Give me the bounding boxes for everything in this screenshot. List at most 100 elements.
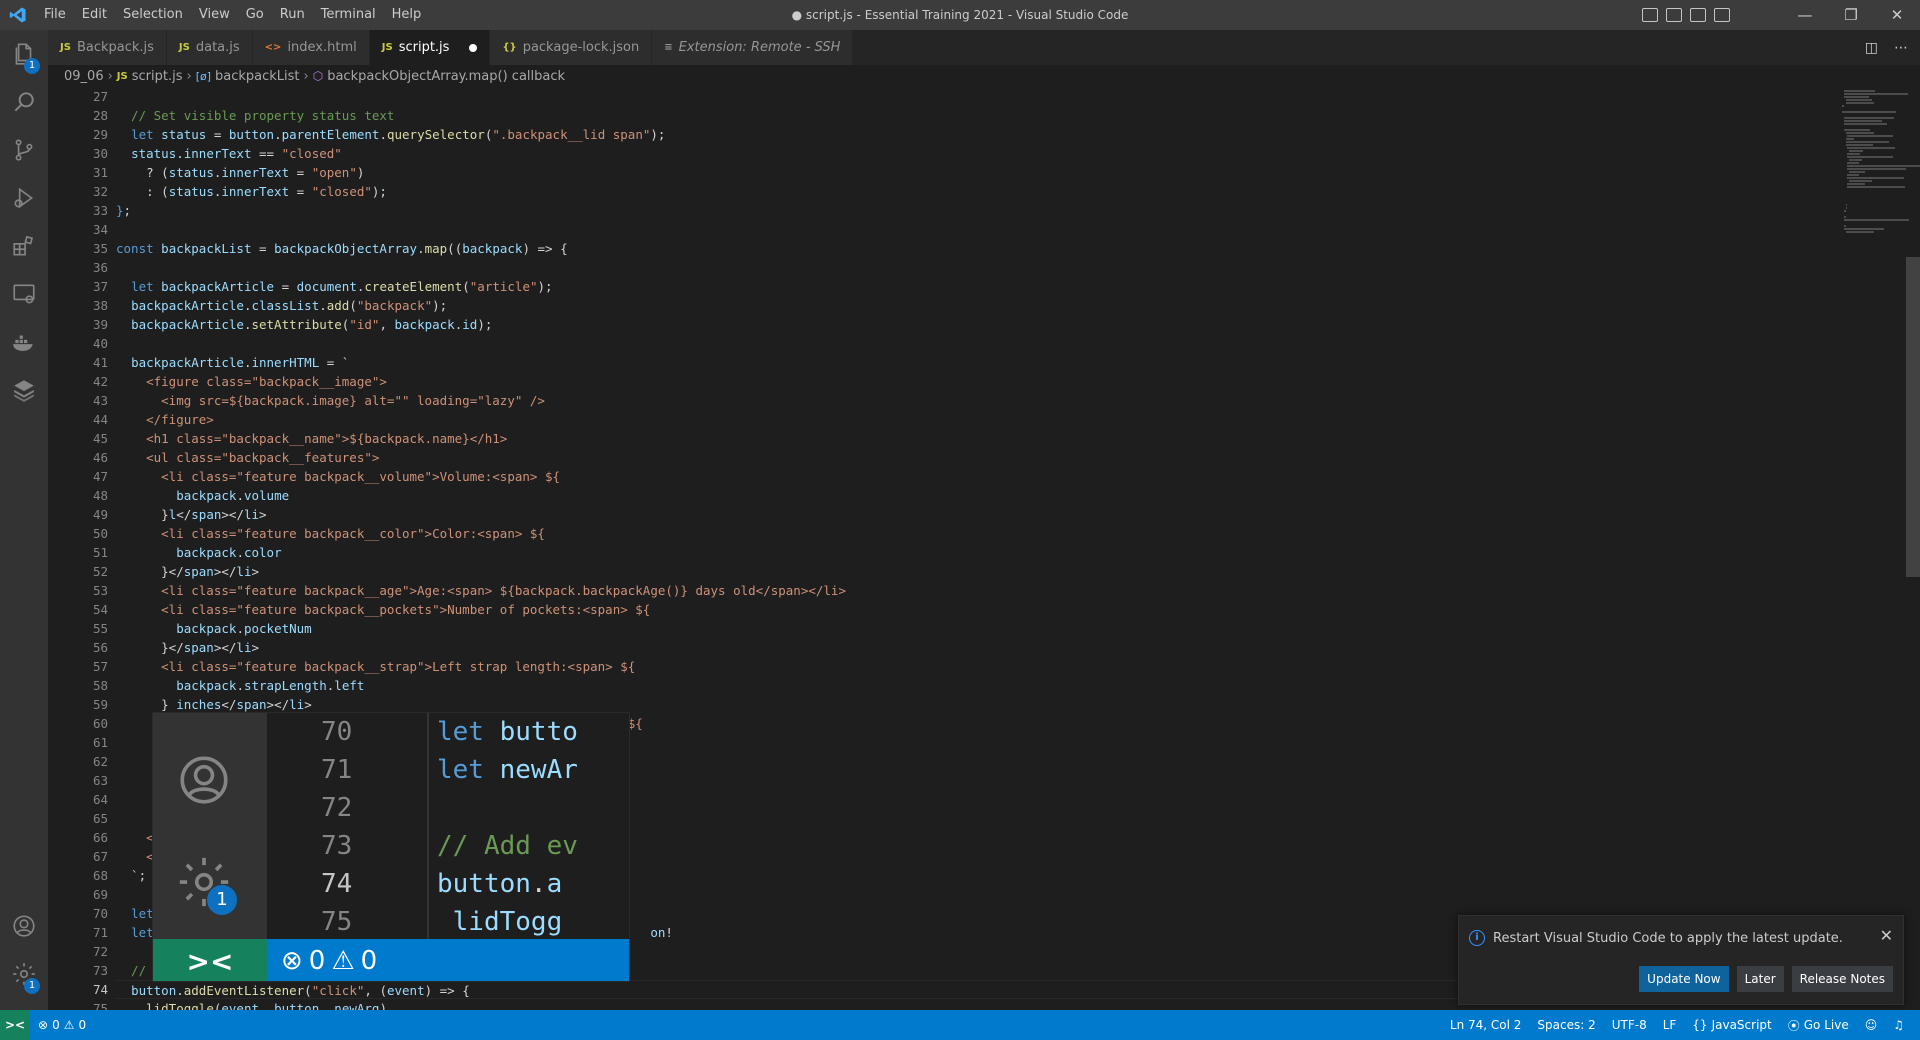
chevron-right-icon: ›	[303, 68, 309, 84]
zoom-code-line: // Add ev	[437, 831, 578, 861]
cursor-position[interactable]: Ln 74, Col 2	[1442, 1010, 1530, 1040]
code-line[interactable]: let backpackArticle = document.createEle…	[116, 277, 1816, 296]
notifications-bell-icon[interactable]: ♫	[1885, 1010, 1912, 1040]
code-line[interactable]: };	[116, 201, 1816, 220]
code-line[interactable]: backpackArticle.innerHTML = `	[116, 353, 1816, 372]
code-line[interactable]: backpack.strapLength.left	[116, 676, 1816, 695]
minimize-button[interactable]: —	[1782, 0, 1828, 30]
minimap-line	[1843, 225, 1846, 227]
line-number: 47	[92, 469, 108, 484]
code-line[interactable]: backpackArticle.setAttribute("id", backp…	[116, 315, 1816, 334]
release-notes-button[interactable]: Release Notes	[1791, 966, 1893, 992]
code-line[interactable]: // Set visible property status text	[116, 106, 1816, 125]
toggle-panel-icon[interactable]	[1666, 8, 1682, 22]
menu-selection[interactable]: Selection	[115, 0, 191, 30]
docker-icon[interactable]	[0, 318, 48, 366]
more-actions-icon[interactable]: ⋯	[1894, 40, 1908, 56]
tab-index-html[interactable]: <> index.html	[252, 30, 370, 65]
code-line[interactable]	[116, 334, 1816, 353]
code-line[interactable]: }</span></li>	[116, 562, 1816, 581]
breadcrumb-symbol-callback[interactable]: backpackObjectArray.map() callback	[327, 69, 565, 84]
language-label: JavaScript	[1711, 1018, 1772, 1032]
vertical-scrollbar[interactable]	[1906, 257, 1920, 577]
restore-button[interactable]: ❐	[1828, 0, 1874, 30]
minimap-line	[1847, 135, 1894, 137]
stack-icon[interactable]	[0, 366, 48, 414]
zoom-code-line: let newAr	[437, 755, 578, 785]
tab-script-js[interactable]: JS script.js	[369, 30, 491, 65]
unsaved-dot-icon[interactable]	[469, 43, 478, 52]
code-line[interactable]: backpackArticle.classList.add("backpack"…	[116, 296, 1816, 315]
tab-backpack-js[interactable]: JS Backpack.js	[48, 30, 167, 65]
code-line[interactable]: backpack.volume	[116, 486, 1816, 505]
breadcrumb-folder[interactable]: 09_06	[64, 69, 104, 84]
menu-view[interactable]: View	[191, 0, 238, 30]
end-of-line[interactable]: LF	[1655, 1010, 1685, 1040]
source-control-icon[interactable]	[0, 126, 48, 174]
code-line[interactable]: : (status.innerText = "closed");	[116, 182, 1816, 201]
menu-file[interactable]: File	[36, 0, 74, 30]
code-line[interactable]: <h1 class="backpack__name">${backpack.na…	[116, 429, 1816, 448]
code-line[interactable]: <li class="feature backpack__age">Age:<s…	[116, 581, 1816, 600]
menu-run[interactable]: Run	[272, 0, 313, 30]
code-line[interactable]: <li class="feature backpack__color">Colo…	[116, 524, 1816, 543]
encoding[interactable]: UTF-8	[1604, 1010, 1655, 1040]
split-editor-icon[interactable]: ◫	[1865, 40, 1878, 56]
code-line[interactable]	[116, 258, 1816, 277]
code-line[interactable]: </figure>	[116, 410, 1816, 429]
explorer-icon[interactable]: 1	[0, 30, 48, 78]
breadcrumb-symbol[interactable]: backpackList	[215, 69, 300, 84]
code-line[interactable]: <img src=${backpack.image} alt="" loadin…	[116, 391, 1816, 410]
code-line[interactable]: let status = button.parentElement.queryS…	[116, 125, 1816, 144]
accounts-icon[interactable]	[0, 902, 48, 950]
code-line[interactable]	[116, 87, 1816, 106]
update-now-button[interactable]: Update Now	[1639, 966, 1729, 992]
code-line[interactable]: backpack.pocketNum	[116, 619, 1816, 638]
code-line[interactable]: <figure class="backpack__image">	[116, 372, 1816, 391]
customize-layout-icon[interactable]	[1714, 8, 1730, 22]
close-window-button[interactable]: ✕	[1874, 0, 1920, 30]
js-file-icon: JS	[381, 42, 393, 53]
run-debug-icon[interactable]	[0, 174, 48, 222]
menu-help[interactable]: Help	[384, 0, 430, 30]
line-number: 49	[92, 507, 108, 522]
code-line[interactable]: }</span></li>	[116, 638, 1816, 657]
remote-indicator[interactable]: ><	[0, 1010, 30, 1040]
toggle-sidebar-icon[interactable]	[1642, 8, 1658, 22]
code-line[interactable]: ? (status.innerText = "open")	[116, 163, 1816, 182]
feedback-icon[interactable]: ☺	[1857, 1010, 1886, 1040]
menu-edit[interactable]: Edit	[74, 0, 115, 30]
toggle-secondary-sidebar-icon[interactable]	[1690, 8, 1706, 22]
later-button[interactable]: Later	[1736, 966, 1784, 992]
line-number: 31	[92, 165, 108, 180]
code-line[interactable]: status.innerText == "closed"	[116, 144, 1816, 163]
tab-package-lock-json[interactable]: {} package-lock.json	[490, 30, 653, 65]
code-line[interactable]: const backpackList = backpackObjectArray…	[116, 239, 1816, 258]
menu-terminal[interactable]: Terminal	[313, 0, 384, 30]
extensions-icon[interactable]	[0, 222, 48, 270]
code-line[interactable]	[116, 220, 1816, 239]
search-icon[interactable]	[0, 78, 48, 126]
line-number: 42	[92, 374, 108, 389]
zoom-error-count: 0	[308, 946, 326, 976]
indentation[interactable]: Spaces: 2	[1529, 1010, 1603, 1040]
code-line[interactable]: }l</span></li>	[116, 505, 1816, 524]
line-number: 38	[92, 298, 108, 313]
remote-explorer-icon[interactable]	[0, 270, 48, 318]
breadcrumb-file[interactable]: script.js	[132, 69, 183, 84]
language-mode[interactable]: {} JavaScript	[1684, 1010, 1779, 1040]
code-line[interactable]: backpack.color	[116, 543, 1816, 562]
problems-indicator[interactable]: ⊗ 0 ⚠ 0	[30, 1010, 94, 1040]
tab-extension-remote-ssh[interactable]: ≡ Extension: Remote - SSH	[652, 30, 854, 65]
code-line[interactable]: <li class="feature backpack__volume">Vol…	[116, 467, 1816, 486]
line-number: 27	[92, 89, 108, 104]
code-line[interactable]: <li class="feature backpack__strap">Left…	[116, 657, 1816, 676]
close-notification-icon[interactable]: ✕	[1880, 926, 1893, 945]
code-line[interactable]: <ul class="backpack__features">	[116, 448, 1816, 467]
tab-data-js[interactable]: JS data.js	[166, 30, 253, 65]
minimap-line	[1843, 123, 1887, 125]
menu-go[interactable]: Go	[238, 0, 272, 30]
code-line[interactable]: <li class="feature backpack__pockets">Nu…	[116, 600, 1816, 619]
settings-gear-icon[interactable]: 1	[0, 950, 48, 998]
go-live-button[interactable]: ⦿ Go Live	[1780, 1010, 1857, 1040]
